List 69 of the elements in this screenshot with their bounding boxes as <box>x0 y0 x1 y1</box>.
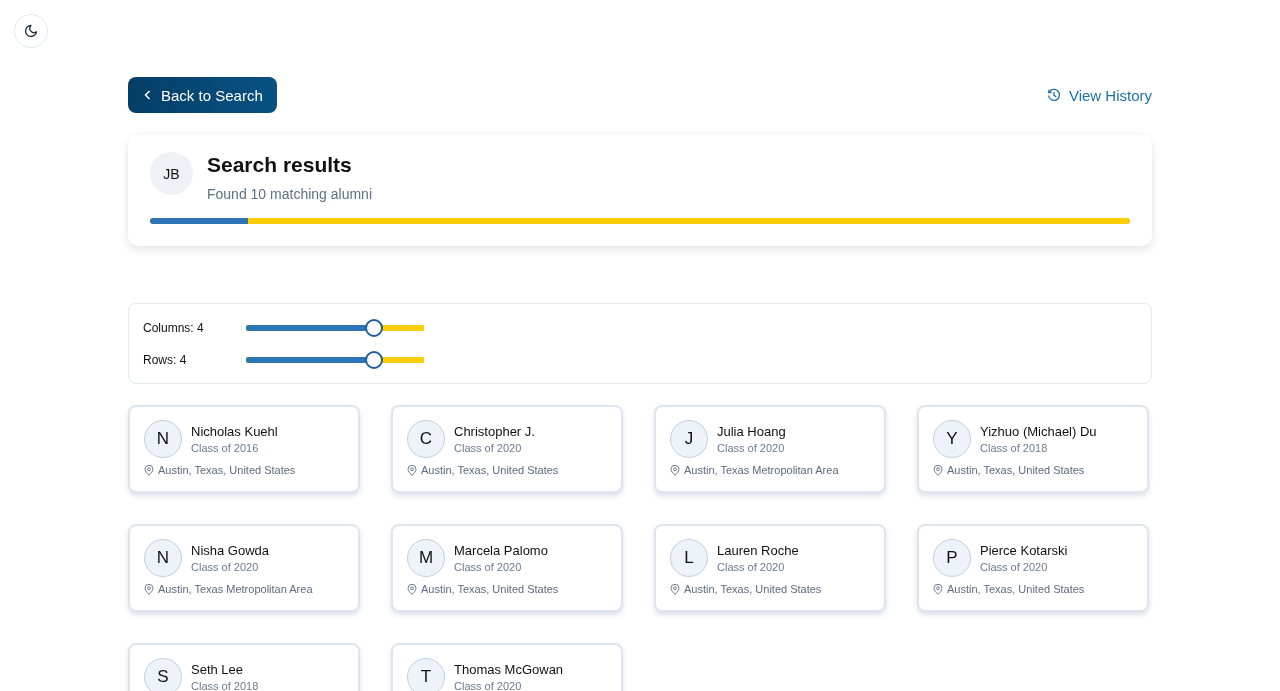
slider-label: Rows: 4 <box>143 353 188 367</box>
alumni-name: Julia Hoang <box>717 424 786 439</box>
avatar: P <box>933 539 971 577</box>
avatar: L <box>670 539 708 577</box>
results-title: Search results <box>207 153 353 177</box>
moon-icon <box>24 24 38 38</box>
alumni-name: Nicholas Kuehl <box>191 424 278 439</box>
class-year: Class of 2018 <box>980 442 1049 454</box>
class-year: Class of 2020 <box>454 680 523 691</box>
alumni-card[interactable]: M Marcela Palomo Class of 2020 Austin, Texas, United States <box>391 524 623 612</box>
location-text: Austin, Texas, United States <box>947 583 1085 595</box>
back-button[interactable]: Back to Search <box>128 77 277 113</box>
location-pin-icon <box>670 583 680 595</box>
alumni-name: Seth Lee <box>191 662 245 677</box>
alumni-name: Christopher J. <box>454 424 535 439</box>
class-year: Class of 2020 <box>980 561 1049 573</box>
avatar: S <box>144 658 182 691</box>
class-year: Class of 2020 <box>717 561 786 573</box>
location-pin-icon <box>933 583 943 595</box>
view-history-link[interactable]: View History <box>1046 86 1152 104</box>
class-year: Class of 2020 <box>191 561 260 573</box>
alumni-card[interactable]: P Pierce Kotarski Class of 2020 Austin, Texas, United States <box>917 524 1149 612</box>
alumni-card[interactable]: N Nisha Gowda Class of 2020 Austin, Texas Metropolitan Area <box>128 524 360 612</box>
alumni-card[interactable]: S Seth Lee Class of 2018 <box>128 643 360 691</box>
avatar: J <box>670 420 708 458</box>
avatar: C <box>407 420 445 458</box>
location-text: Austin, Texas Metropolitan Area <box>158 583 313 595</box>
slider-label: Columns: 4 <box>143 321 205 335</box>
alumni-name: Marcela Palomo <box>454 543 548 558</box>
location-text: Austin, Texas Metropolitan Area <box>684 464 839 476</box>
avatar: Y <box>933 420 971 458</box>
history-icon <box>1046 88 1061 102</box>
alumni-card[interactable]: J Julia Hoang Class of 2020 Austin, Texas Metropolitan Area <box>654 405 886 493</box>
location-text: Austin, Texas, United States <box>421 583 559 595</box>
location-text: Austin, Texas, United States <box>421 464 559 476</box>
chevron-left-icon <box>144 90 151 100</box>
location-text: Austin, Texas, United States <box>947 464 1085 476</box>
alumni-name: Lauren Roche <box>717 543 799 558</box>
user-avatar: JB <box>150 152 193 195</box>
slider-thumb[interactable] <box>365 351 384 369</box>
alumni-name: Thomas McGowan <box>454 662 564 677</box>
location-text: Austin, Texas, United States <box>158 464 296 476</box>
location-pin-icon <box>407 464 417 476</box>
avatar: N <box>144 539 182 577</box>
alumni-name: Pierce Kotarski <box>980 543 1068 558</box>
location-text: Austin, Texas, United States <box>684 583 822 595</box>
location-pin-icon <box>670 464 680 476</box>
avatar: T <box>407 658 445 691</box>
alumni-name: Yizhuo (Michael) Du <box>980 424 1097 439</box>
location-pin-icon <box>407 583 417 595</box>
location-pin-icon <box>933 464 943 476</box>
location-pin-icon <box>144 464 154 476</box>
avatar: N <box>144 420 182 458</box>
class-year: Class of 2020 <box>454 561 523 573</box>
results-count: Found 10 matching alumni <box>207 186 372 202</box>
class-year: Class of 2020 <box>454 442 523 454</box>
dark-mode-toggle[interactable] <box>14 14 48 48</box>
alumni-card[interactable]: N Nicholas Kuehl Class of 2016 Austin, Texas, United States <box>128 405 360 493</box>
class-year: Class of 2018 <box>191 680 259 691</box>
alumni-card[interactable]: T Thomas McGowan Class of 2020 <box>391 643 623 691</box>
slider-thumb[interactable] <box>365 319 384 337</box>
location-pin-icon <box>144 583 154 595</box>
alumni-card[interactable]: L Lauren Roche Class of 2020 Austin, Texas, United States <box>654 524 886 612</box>
alumni-name: Nisha Gowda <box>191 543 270 558</box>
class-year: Class of 2016 <box>191 442 260 454</box>
class-year: Class of 2020 <box>717 442 786 454</box>
alumni-card[interactable]: Y Yizhuo (Michael) Du Class of 2018 Austin, Texas, United States <box>917 405 1149 493</box>
avatar: M <box>407 539 445 577</box>
alumni-card[interactable]: C Christopher J. Class of 2020 Austin, Texas, United States <box>391 405 623 493</box>
